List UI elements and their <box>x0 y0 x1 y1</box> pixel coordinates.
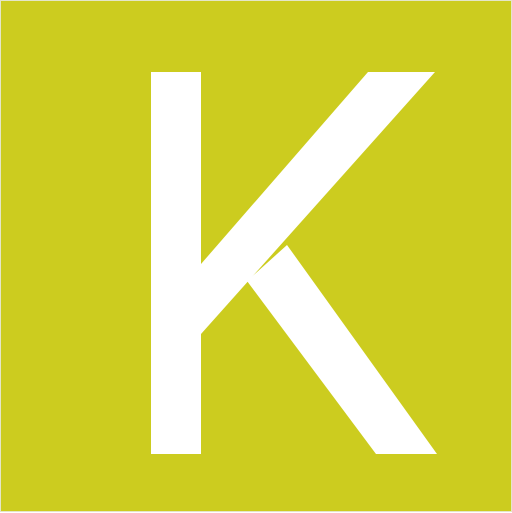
logo-tile: K <box>0 0 512 512</box>
letter-k-lower-leg <box>247 245 437 454</box>
letter-k-stem <box>151 72 201 454</box>
letter-k-logo: K <box>151 72 437 454</box>
